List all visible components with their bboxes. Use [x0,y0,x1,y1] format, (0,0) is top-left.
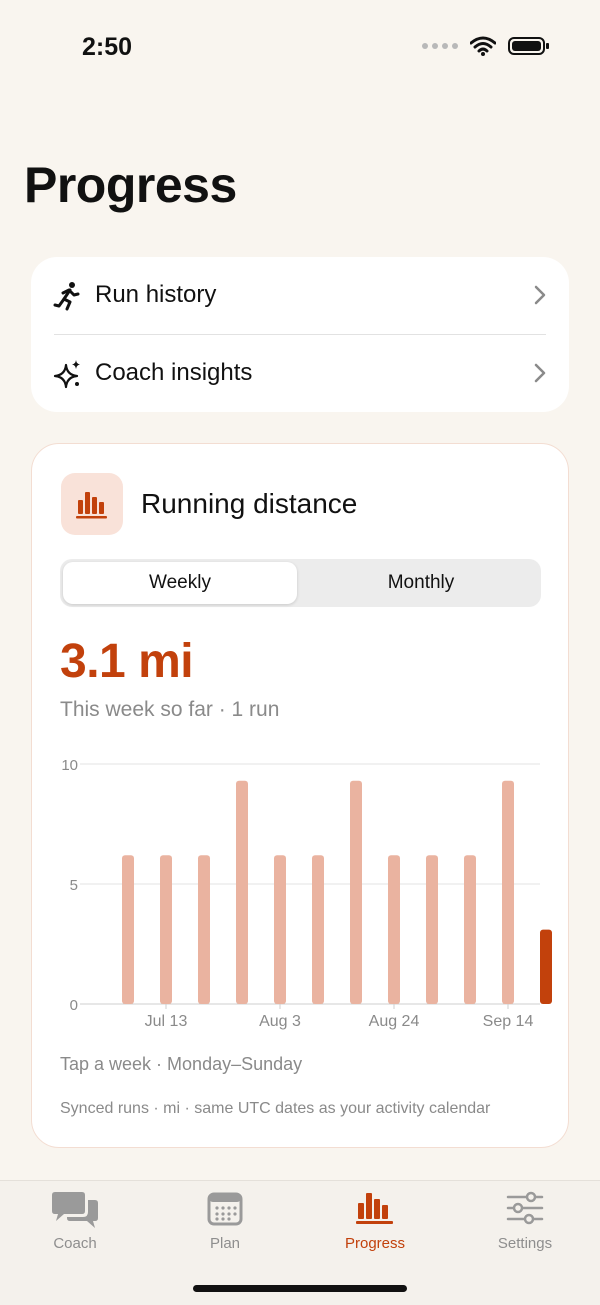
cellular-signal-icon [422,43,458,49]
bar-chart-icon [356,1193,393,1224]
segment-monthly[interactable]: Monthly [304,562,538,604]
run-history-label: Run history [95,281,217,308]
chart-bar-6[interactable] [312,855,324,1004]
status-time: 2:50 [82,33,133,61]
chevron-right-icon [534,363,546,383]
bar-chart-icon [76,492,107,519]
battery-icon [508,37,549,55]
tab-progress-label: Progress [344,1235,406,1252]
chart-bar-10[interactable] [464,855,476,1004]
x-tick-label: Sep 14 [483,1013,534,1030]
chart-bar-7[interactable] [350,780,362,1004]
tab-coach[interactable]: Coach [0,1181,150,1271]
running-distance-title: Running distance [141,488,358,519]
chevron-right-icon [534,285,546,305]
chart-bar-8[interactable] [388,855,400,1004]
weekly-distance-chart: 10 5 0 Jul 13 Aug 3 Aug 24 Sep 14 [61,757,552,1030]
home-indicator [193,1285,407,1292]
coach-insights-label: Coach insights [95,359,253,386]
chart-bar-1[interactable] [122,855,134,1004]
chart-bar-4[interactable] [236,780,248,1004]
distance-subtitle: This week so far · 1 run [60,698,280,721]
tab-progress[interactable]: Progress [300,1181,450,1271]
x-tick-label: Jul 13 [145,1013,188,1030]
wifi-icon [470,36,496,56]
segment-weekly[interactable]: Weekly [63,562,297,604]
period-segmented-control: Weekly Monthly [60,559,541,607]
sliders-icon [506,1191,544,1225]
distance-value: 3.1 mi [60,635,194,688]
calendar-icon [207,1192,243,1226]
run-history-row[interactable]: Run history [31,257,569,334]
chart-bar-2[interactable] [160,855,172,1004]
chart-bar-3[interactable] [198,855,210,1004]
tab-plan[interactable]: Plan [150,1181,300,1271]
x-tick-label: Aug 24 [369,1013,420,1030]
y-tick-label: 5 [70,877,78,894]
status-icons [422,36,550,56]
x-tick-label: Aug 3 [259,1013,301,1030]
tab-settings-label: Settings [497,1235,553,1252]
tab-settings[interactable]: Settings [450,1181,600,1271]
chart-footnote: Synced runs · mi · same UTC dates as you… [60,1100,491,1117]
chart-bar-9[interactable] [426,855,438,1004]
running-distance-icon-box [61,473,123,535]
tab-plan-label: Plan [209,1235,241,1252]
nav-list-card: Run history Coach insights [31,257,569,412]
coach-insights-row[interactable]: Coach insights [31,335,569,412]
runner-icon [53,282,80,311]
chat-bubbles-icon [52,1192,98,1228]
sparkles-icon [53,360,80,389]
chart-bar-11[interactable] [502,780,514,1004]
running-distance-card: Running distance Weekly Monthly 3.1 mi T… [31,443,569,1148]
status-bar: 2:50 [0,0,600,96]
y-tick-label: 0 [70,997,78,1014]
chart-bar-5[interactable] [274,855,286,1004]
chart-bar-12[interactable] [540,929,552,1004]
y-tick-label: 10 [61,757,78,774]
tab-coach-label: Coach [53,1235,97,1252]
page-title: Progress [24,157,237,213]
chart-hint: Tap a week · Monday–Sunday [60,1054,303,1074]
